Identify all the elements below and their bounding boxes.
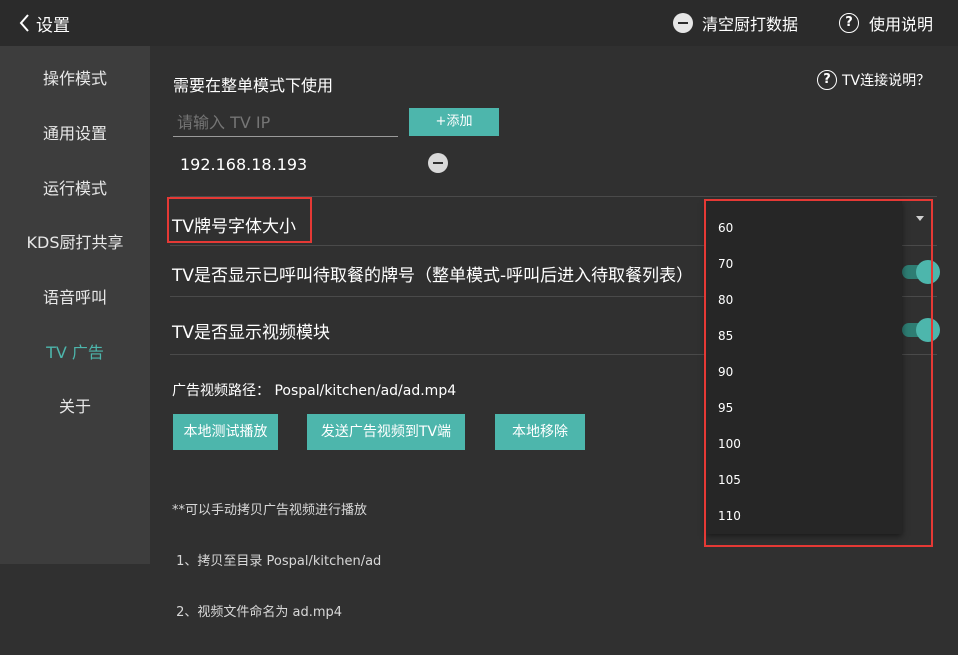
sidebar: 操作模式 通用设置 运行模式 KDS厨打共享 语音呼叫 TV 广告 关于: [0, 46, 150, 564]
copy-hint: **可以手动拷贝广告视频进行播放 1、拷贝至目录 Pospal/kitchen/…: [172, 468, 381, 655]
show-called-label: TV是否显示已呼叫待取餐的牌号（整单模式-呼叫后进入待取餐列表）: [172, 266, 694, 286]
ip-list-item: 192.168.18.193: [180, 155, 308, 174]
sidebar-item-voice-call[interactable]: 语音呼叫: [0, 278, 150, 318]
minus-circle-icon: [673, 13, 693, 33]
help-button[interactable]: ? 使用说明: [839, 10, 933, 36]
send-video-to-tv-button[interactable]: 发送广告视频到TV端: [307, 414, 465, 450]
tv-connect-help-link[interactable]: ? TV连接说明？: [817, 70, 930, 90]
sidebar-item-general-settings[interactable]: 通用设置: [0, 114, 150, 154]
highlight-box: [167, 197, 312, 243]
sidebar-item-operation-mode[interactable]: 操作模式: [0, 59, 150, 99]
hint-line: 1、拷贝至目录 Pospal/kitchen/ad: [172, 554, 382, 569]
show-video-label: TV是否显示视频模块: [172, 323, 331, 343]
remove-ip-icon[interactable]: [428, 153, 448, 173]
sidebar-item-kds-share[interactable]: KDS厨打共享: [0, 223, 150, 263]
chevron-left-icon: [19, 14, 29, 32]
help-icon: ?: [839, 13, 859, 33]
back-button[interactable]: 设置: [18, 10, 70, 36]
video-path-value: Pospal/kitchen/ad/ad.mp4: [274, 383, 457, 399]
add-ip-button[interactable]: +添加: [409, 108, 499, 136]
sidebar-item-about[interactable]: 关于: [0, 387, 150, 427]
hint-line: 2、视频文件命名为 ad.mp4: [172, 605, 343, 620]
whole-order-note: 需要在整单模式下使用: [173, 76, 334, 95]
clear-kitchen-data-label: 清空厨打数据: [702, 15, 799, 34]
video-path-label: 广告视频路径：: [172, 383, 270, 399]
local-test-play-button[interactable]: 本地测试播放: [173, 414, 278, 450]
video-path-row: 广告视频路径： Pospal/kitchen/ad/ad.mp4: [172, 380, 456, 400]
highlight-box: [704, 199, 933, 547]
sidebar-item-tv-ad[interactable]: TV 广告: [0, 333, 150, 373]
tv-connect-help-label: TV连接说明？: [842, 73, 931, 89]
local-remove-button[interactable]: 本地移除: [495, 414, 585, 450]
clear-kitchen-data-button[interactable]: 清空厨打数据: [673, 10, 798, 36]
help-label: 使用说明: [869, 15, 934, 34]
help-icon: ?: [817, 70, 837, 90]
sidebar-item-run-mode[interactable]: 运行模式: [0, 169, 150, 209]
hint-line: **可以手动拷贝广告视频进行播放: [172, 503, 368, 518]
back-label: 设置: [36, 15, 70, 36]
tv-ip-input[interactable]: [173, 110, 398, 137]
top-bar: 设置 清空厨打数据 ? 使用说明: [0, 0, 958, 46]
